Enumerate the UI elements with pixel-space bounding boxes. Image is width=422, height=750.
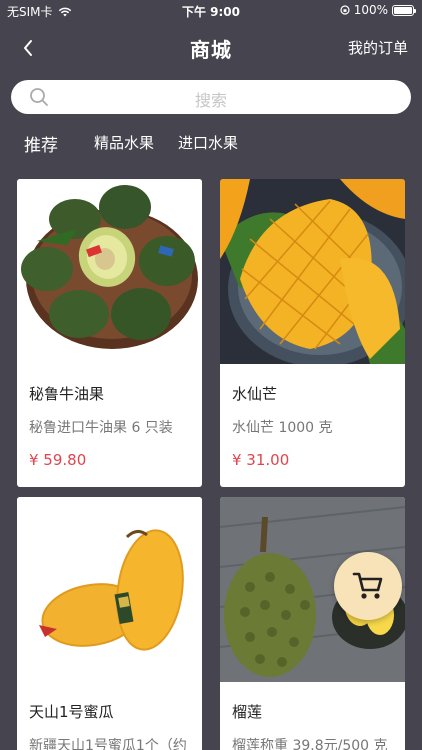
product-name: 榴莲 — [232, 703, 263, 721]
rotation-lock-icon — [340, 5, 350, 15]
product-price: ¥ 59.80 — [29, 451, 87, 469]
product-desc: 新疆天山1号蜜瓜1个（约1500克） — [29, 738, 187, 750]
product-desc: 秘鲁进口牛油果 6 只装 — [29, 420, 173, 436]
tab-premium-fruit[interactable]: 精品水果 — [94, 132, 154, 153]
product-image — [220, 179, 405, 364]
product-name: 秘鲁牛油果 — [29, 385, 105, 403]
battery-icon — [392, 4, 416, 16]
product-desc: 榴莲称重 39.8元/500 克 — [232, 738, 388, 750]
status-right: 100% — [340, 3, 416, 17]
product-image — [17, 497, 202, 682]
product-card[interactable]: 榴莲 榴莲称重 39.8元/500 克 — [220, 497, 405, 750]
tab-recommend[interactable]: 推荐 — [24, 131, 58, 156]
product-card[interactable]: 天山1号蜜瓜 新疆天山1号蜜瓜1个（约1500克） — [17, 497, 202, 750]
search-input[interactable]: 搜索 — [11, 80, 411, 114]
shopping-cart-icon — [352, 572, 383, 599]
cart-button[interactable] — [334, 552, 402, 620]
status-bar: 无SIM卡 下午 9:00 100% — [0, 0, 422, 22]
product-name: 天山1号蜜瓜 — [29, 703, 114, 721]
product-desc: 水仙芒 1000 克 — [232, 420, 333, 436]
tab-imported-fruit[interactable]: 进口水果 — [178, 132, 238, 153]
product-card[interactable]: 水仙芒 水仙芒 1000 克 ¥ 31.00 — [220, 179, 405, 487]
battery-percent: 100% — [353, 3, 388, 17]
nav-bar: 商城 我的订单 — [0, 22, 422, 74]
product-image — [17, 179, 202, 364]
product-price: ¥ 31.00 — [232, 451, 290, 469]
product-name: 水仙芒 — [232, 385, 278, 403]
product-card[interactable]: 秘鲁牛油果 秘鲁进口牛油果 6 只装 ¥ 59.80 — [17, 179, 202, 487]
my-orders-link[interactable]: 我的订单 — [348, 37, 408, 58]
search-placeholder: 搜索 — [194, 91, 227, 110]
category-tabs: 推荐 精品水果 进口水果 — [0, 128, 422, 158]
